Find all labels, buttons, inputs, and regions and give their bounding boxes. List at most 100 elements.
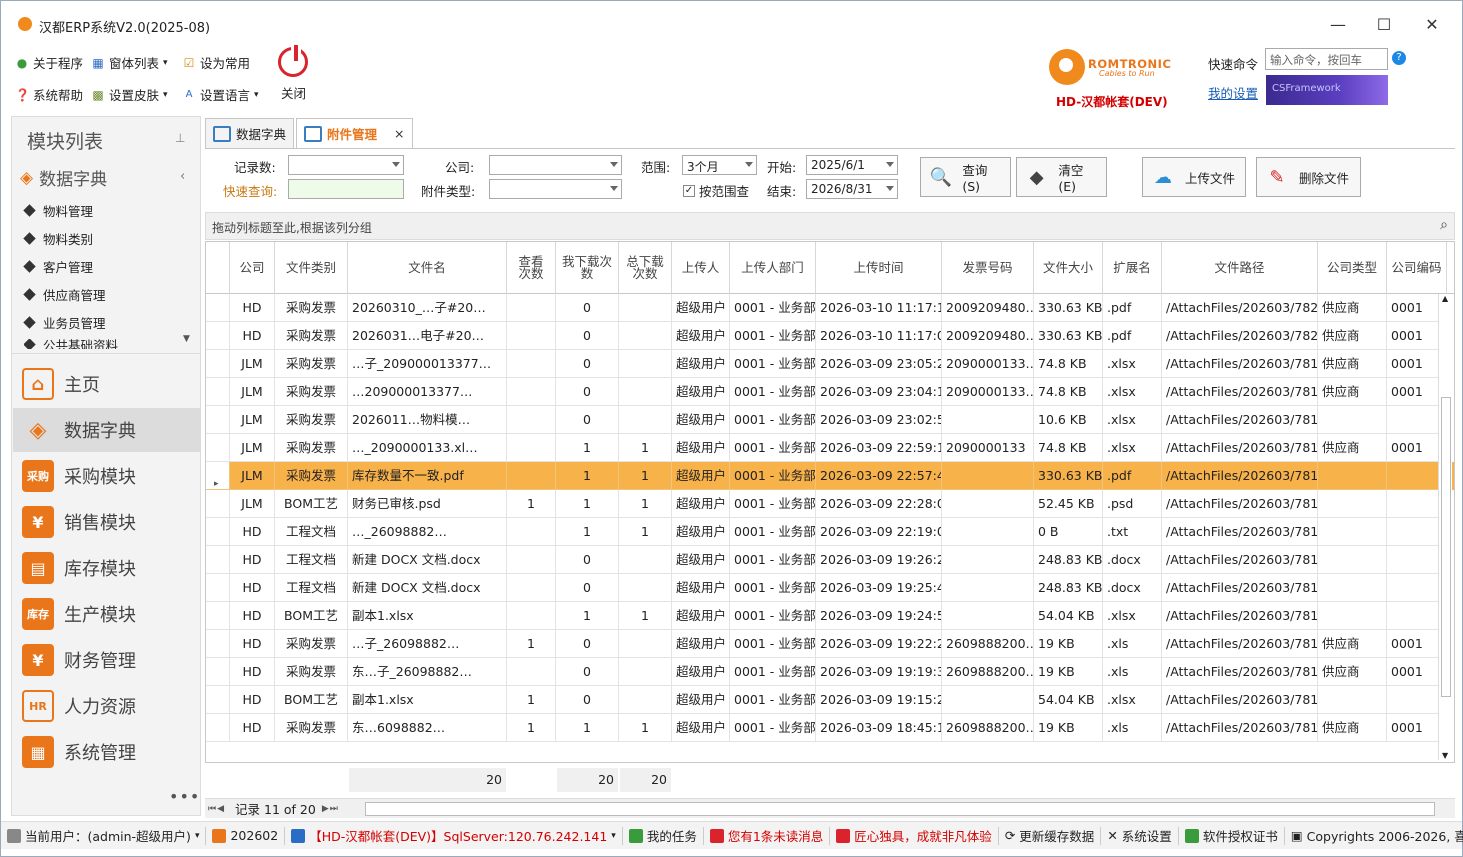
table-row[interactable]: HD 采购发票 2026031…电子#20… 0 超级用户 0001 - 业务部 2026-… (206, 322, 1454, 350)
column-header[interactable]: 上传人 (672, 242, 730, 294)
table-row[interactable]: JLM 采购发票 …209000013377… 0 超级用户 0001 - 业务部 2026… (206, 378, 1454, 406)
pin-icon[interactable]: ⊥ (175, 131, 185, 145)
collapse-chevron-icon[interactable]: ‹ (180, 169, 185, 184)
module-purchase[interactable]: 采购 采购模块 (13, 454, 200, 498)
close-app-label[interactable]: 关闭 (281, 83, 306, 102)
more-icon[interactable]: ••• (169, 787, 200, 806)
maximize-button[interactable]: ☐ (1369, 13, 1399, 37)
help-circle-icon[interactable]: ? (1392, 51, 1406, 65)
table-row[interactable]: JLM 采购发票 …_2090000133.xl… 1 1 超级用户 0001 - 业务部 2… (206, 434, 1454, 462)
horizontal-scrollbar[interactable] (365, 802, 1435, 816)
table-row[interactable]: HD 工程文档 新建 DOCX 文档.docx 0 超级用户 0001 - 业务部 2026… (206, 546, 1454, 574)
row-indicator[interactable] (206, 378, 230, 406)
vertical-scrollbar[interactable]: ▲ ▼ (1438, 294, 1452, 760)
module-home[interactable]: ⌂ 主页 (13, 362, 200, 406)
column-header[interactable]: 文件名 (348, 242, 507, 294)
sidebar-item-supplier[interactable]: 供应商管理 (23, 285, 106, 304)
tab-attachments[interactable]: 附件管理 × (296, 118, 413, 148)
row-indicator[interactable] (206, 630, 230, 658)
table-row[interactable]: ▸ JLM 采购发票 库存数量不一致.pdf 1 1 超级用户 0001 - 业务部 2026-… (206, 462, 1454, 490)
group-panel[interactable]: 拖动列标题至此,根据该列分组 ⌕ (205, 212, 1455, 240)
sidebar-group-header[interactable]: ◈ 数据字典 (20, 165, 107, 191)
upload-button[interactable]: ☁ 上传文件 (1142, 157, 1246, 197)
row-indicator[interactable] (206, 434, 230, 462)
set-common-button[interactable]: ☑ 设为常用 (182, 53, 250, 72)
quick-query-input[interactable] (288, 179, 404, 199)
search-icon[interactable]: ⌕ (1440, 217, 1448, 233)
row-indicator[interactable] (206, 658, 230, 686)
row-indicator[interactable] (206, 602, 230, 630)
forms-list-button[interactable]: ▦ 窗体列表 ▾ (91, 53, 167, 72)
power-icon[interactable] (278, 42, 308, 77)
sidebar-item-material-category[interactable]: 物料类别 (23, 229, 93, 248)
current-user[interactable]: 当前用户：(admin-超级用户) ▾ (1, 826, 207, 845)
about-button[interactable]: ● 关于程序 (15, 53, 83, 72)
nav-next-last-icon[interactable]: ▶⏭ (322, 804, 339, 814)
row-indicator[interactable] (206, 406, 230, 434)
tab-close-icon[interactable]: × (394, 126, 404, 141)
row-indicator[interactable]: ▸ (206, 462, 230, 490)
sidebar-item-material[interactable]: 物料管理 (23, 201, 93, 220)
start-date-input[interactable]: 2025/6/1 (806, 155, 898, 175)
delete-button[interactable]: ✎ 删除文件 (1256, 157, 1361, 197)
column-header[interactable]: 公司编码 (1387, 242, 1447, 294)
column-header[interactable]: 我下载次数 (556, 242, 619, 294)
table-row[interactable]: JLM 采购发票 …子_209000013377… 0 超级用户 0001 - 业务部 20… (206, 350, 1454, 378)
column-header[interactable]: 查看次数 (507, 242, 556, 294)
nav-first-prev-icon[interactable]: ⏮◀ (205, 804, 225, 814)
row-indicator[interactable] (206, 518, 230, 546)
column-header[interactable]: 扩展名 (1103, 242, 1162, 294)
license[interactable]: 软件授权证书 (1179, 826, 1285, 845)
module-finance[interactable]: ¥ 财务管理 (13, 638, 200, 682)
table-row[interactable]: HD 采购发票 …子_26098882… 1 0 超级用户 0001 - 业务部 2026-0… (206, 630, 1454, 658)
sidebar-item-basic-data[interactable]: 公共基础资料 (24, 339, 118, 349)
end-date-input[interactable]: 2026/8/31 (806, 179, 898, 199)
column-header[interactable]: 文件类别 (275, 242, 348, 294)
table-row[interactable]: JLM BOM工艺 财务已审核.psd 1 1 1 超级用户 0001 - 业务部 2026-0… (206, 490, 1454, 518)
row-indicator[interactable] (206, 322, 230, 350)
scroll-down-icon[interactable]: ▼ (183, 334, 190, 344)
module-system[interactable]: ▦ 系统管理 (13, 730, 200, 774)
table-row[interactable]: HD 工程文档 …_26098882… 1 1 超级用户 0001 - 业务部 2026-03… (206, 518, 1454, 546)
column-header[interactable]: 发票号码 (942, 242, 1034, 294)
range-select[interactable]: 3个月 (682, 155, 757, 175)
messages[interactable]: 您有1条未读消息 (704, 826, 831, 845)
by-range-checkbox[interactable]: ✓ 按范围查 (683, 181, 749, 200)
records-select[interactable] (288, 155, 404, 175)
skin-button[interactable]: ▩ 设置皮肤 ▾ (91, 85, 167, 104)
module-sales[interactable]: ¥ 销售模块 (13, 500, 200, 544)
row-indicator[interactable] (206, 350, 230, 378)
sidebar-item-salesman[interactable]: 业务员管理 (23, 313, 106, 332)
module-inventory[interactable]: ▤ 库存模块 (13, 546, 200, 590)
column-header[interactable]: 总下载次数 (619, 242, 672, 294)
company-select[interactable] (489, 155, 622, 175)
my-settings-link[interactable]: 我的设置 (1208, 83, 1258, 102)
column-header[interactable]: 文件路径 (1162, 242, 1318, 294)
minimize-button[interactable]: — (1323, 13, 1353, 37)
database-info[interactable]: 【HD-汉都帐套(DEV)】SqlServer:120.76.242.141 ▾ (285, 826, 623, 845)
row-indicator[interactable] (206, 714, 230, 742)
table-row[interactable]: HD BOM工艺 副本1.xlsx 1 1 超级用户 0001 - 业务部 2026-03-0… (206, 602, 1454, 630)
close-window-button[interactable]: ✕ (1417, 13, 1447, 37)
column-header[interactable]: 上传时间 (816, 242, 942, 294)
table-row[interactable]: HD 工程文档 新建 DOCX 文档.docx 0 超级用户 0001 - 业务部 2026… (206, 574, 1454, 602)
module-production[interactable]: 库存 生产模块 (13, 592, 200, 636)
system-settings[interactable]: ✕ 系统设置 (1101, 826, 1179, 845)
query-button[interactable]: 🔍 查询(S) (920, 157, 1011, 197)
row-indicator[interactable] (206, 686, 230, 714)
tab-data-dictionary[interactable]: 数据字典 (205, 118, 295, 148)
language-button[interactable]: A 设置语言 ▾ (182, 85, 259, 104)
scroll-up-icon[interactable]: ▲ (1442, 294, 1448, 303)
module-hr[interactable]: HR 人力资源 (13, 684, 200, 728)
quick-command-input[interactable]: 输入命令，按回车 (1265, 48, 1388, 70)
scroll-down-icon[interactable]: ▼ (1442, 751, 1448, 760)
my-tasks[interactable]: 我的任务 (623, 826, 704, 845)
table-row[interactable]: HD 采购发票 东…6098882… 1 1 1 超级用户 0001 - 业务部 2026-03… (206, 714, 1454, 742)
sidebar-item-customer[interactable]: 客户管理 (23, 257, 93, 276)
attachment-type-select[interactable] (489, 179, 622, 199)
row-indicator[interactable] (206, 294, 230, 322)
column-header[interactable]: 文件大小 (1034, 242, 1103, 294)
table-row[interactable]: HD 采购发票 20260310_…子#20… 0 超级用户 0001 - 业务部 2026… (206, 294, 1454, 322)
module-data-dictionary[interactable]: ◈ 数据字典 (13, 408, 200, 452)
column-header[interactable]: 公司 (230, 242, 275, 294)
